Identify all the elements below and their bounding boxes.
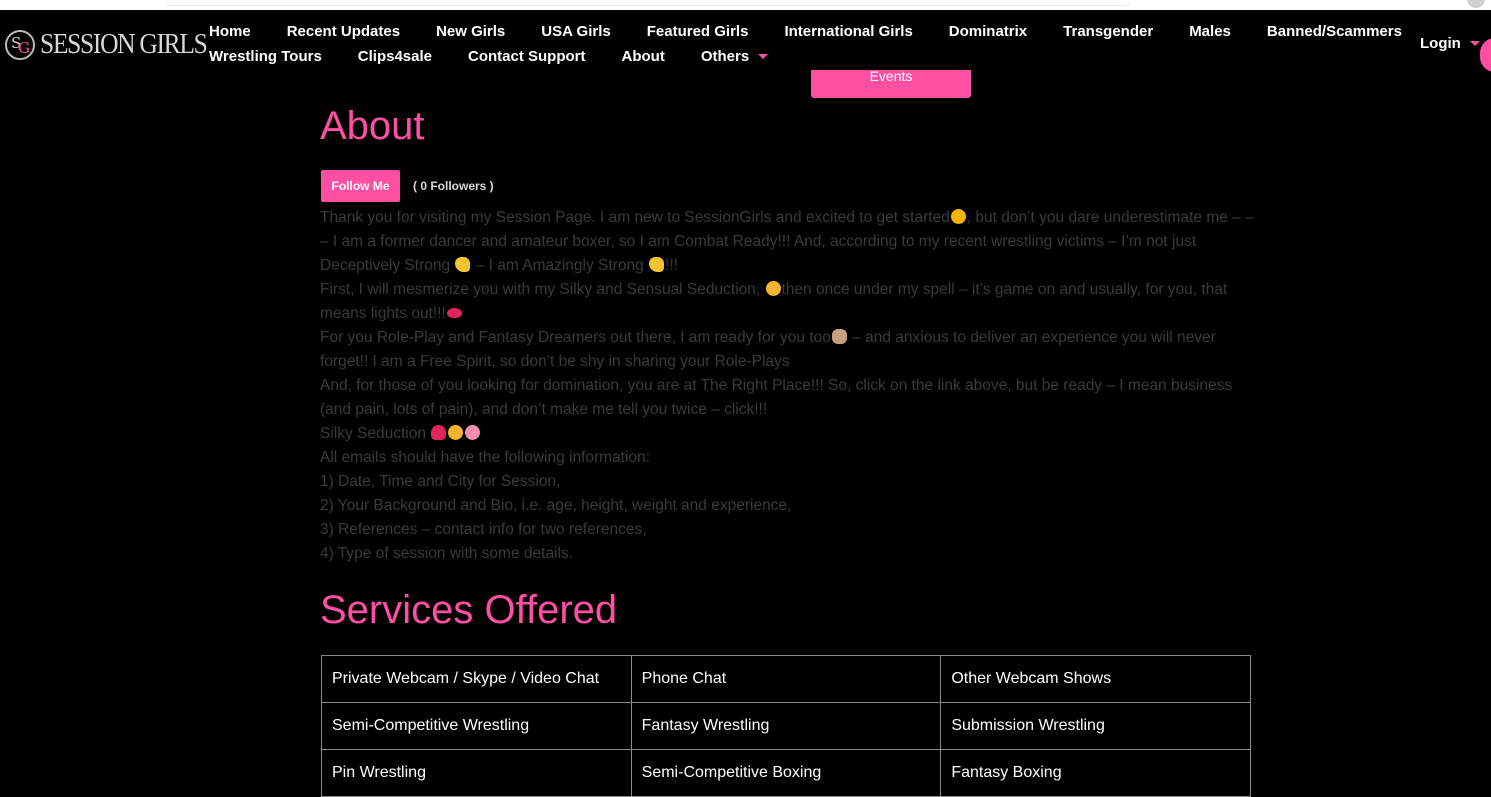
- nav-males[interactable]: Males: [1189, 23, 1231, 40]
- service-cell: Fantasy Boxing: [940, 749, 1251, 797]
- main-nav-row-2: Wrestling Tours Clips4sale Contact Suppo…: [209, 48, 804, 65]
- hushed-face-icon: [765, 281, 781, 296]
- main-nav-row-1: Home Recent Updates New Girls USA Girls …: [209, 23, 1438, 40]
- about-text-segment: First, I will mesmerize you with my Silk…: [320, 281, 765, 298]
- table-row: Private Webcam / Skype / Video Chat Phon…: [321, 655, 1251, 703]
- browser-profile-icon[interactable]: [1467, 0, 1485, 8]
- nav-others[interactable]: Others: [700, 48, 769, 65]
- nav-others-label: Others: [700, 48, 750, 65]
- about-paragraph: 2) Your Background and Bio, i.e. age, he…: [320, 497, 792, 514]
- winking-face-icon: [448, 425, 464, 440]
- about-text-segment: – I am Amazingly Strong: [471, 257, 649, 274]
- about-text-segment: For you Role-Play and Fantasy Dreamers o…: [320, 329, 831, 346]
- about-paragraph: Thank you for visiting my Session Page. …: [320, 206, 1255, 278]
- service-cell: Pin Wrestling: [321, 749, 632, 797]
- login-label: Login: [1420, 35, 1461, 52]
- about-text-segment: Thank you for visiting my Session Page. …: [320, 209, 950, 226]
- services-heading: Services Offered: [320, 588, 618, 632]
- logo-mark-g: G: [18, 38, 30, 57]
- logo-text: SESSION GIRLS: [40, 28, 208, 60]
- login-menu[interactable]: Login: [1420, 35, 1480, 52]
- nav-usa-girls[interactable]: USA Girls: [541, 23, 610, 40]
- service-cell: Phone Chat: [630, 655, 942, 703]
- nav-featured-girls[interactable]: Featured Girls: [647, 23, 749, 40]
- browser-top-strip: [0, 0, 1491, 10]
- about-heading: About: [320, 104, 425, 148]
- nav-new-girls[interactable]: New Girls: [436, 23, 505, 40]
- chevron-down-icon: [1469, 41, 1480, 46]
- about-description: Thank you for visiting my Session Page. …: [320, 206, 1255, 566]
- logo-mark-icon: S G: [5, 29, 35, 60]
- address-bar-edge: [165, 0, 1130, 6]
- nav-clips4sale[interactable]: Clips4sale: [358, 48, 432, 65]
- table-row: Pin Wrestling Semi-Competitive Boxing Fa…: [321, 749, 1251, 797]
- about-paragraph: Silky Seduction: [320, 422, 1255, 446]
- nav-contact-support[interactable]: Contact Support: [468, 48, 586, 65]
- about-text-segment: Silky Seduction: [320, 425, 431, 442]
- site-logo[interactable]: S G SESSION GIRLS: [5, 28, 229, 61]
- events-button[interactable]: Events: [811, 70, 971, 98]
- nav-about[interactable]: About: [622, 48, 665, 65]
- flexed-biceps-icon: [455, 257, 471, 272]
- followers-count: ( 0 Followers ): [413, 179, 494, 193]
- about-paragraph: First, I will mesmerize you with my Silk…: [320, 278, 1255, 326]
- shushing-face-icon: [950, 209, 966, 224]
- nav-recent-updates[interactable]: Recent Updates: [287, 23, 400, 40]
- service-cell: Semi-Competitive Boxing: [630, 749, 942, 797]
- nav-transgender[interactable]: Transgender: [1063, 23, 1153, 40]
- flexed-biceps-icon: [649, 257, 665, 272]
- events-button-label: Events: [869, 70, 913, 84]
- site-header: S G SESSION GIRLS Home Recent Updates Ne…: [0, 10, 1491, 78]
- service-cell: Other Webcam Shows: [940, 655, 1251, 703]
- service-cell: Submission Wrestling: [940, 702, 1251, 750]
- chevron-down-icon: [758, 54, 769, 59]
- services-table: Private Webcam / Skype / Video Chat Phon…: [321, 655, 1251, 797]
- table-row: Semi-Competitive Wrestling Fantasy Wrest…: [321, 702, 1251, 750]
- service-cell: Fantasy Wrestling: [630, 702, 942, 750]
- nav-international-girls[interactable]: International Girls: [784, 23, 912, 40]
- about-text-segment: !!!: [665, 257, 678, 274]
- nav-home[interactable]: Home: [209, 23, 251, 40]
- follow-me-button[interactable]: Follow Me: [321, 170, 400, 202]
- service-cell: Semi-Competitive Wrestling: [321, 702, 632, 750]
- cherry-blossom-icon: [465, 425, 481, 440]
- about-paragraph: And, for those of you looking for domina…: [320, 377, 1233, 418]
- about-paragraph: For you Role-Play and Fantasy Dreamers o…: [320, 326, 1255, 374]
- kiss-mark-icon: [446, 308, 462, 318]
- nav-dominatrix[interactable]: Dominatrix: [949, 23, 1027, 40]
- user-menu-button[interactable]: [1480, 38, 1491, 72]
- about-paragraph: 4) Type of session with some details.: [320, 545, 574, 562]
- fist-bump-icon: [831, 329, 847, 344]
- nav-wrestling-tours[interactable]: Wrestling Tours: [209, 48, 322, 65]
- heart-icon: [431, 425, 447, 440]
- service-cell: Private Webcam / Skype / Video Chat: [321, 655, 632, 703]
- about-paragraph: All emails should have the following inf…: [320, 449, 650, 466]
- about-paragraph: 1) Date, Time and City for Session,: [320, 473, 561, 490]
- about-paragraph: 3) References – contact info for two ref…: [320, 521, 647, 538]
- nav-banned-scammers[interactable]: Banned/Scammers: [1267, 23, 1402, 40]
